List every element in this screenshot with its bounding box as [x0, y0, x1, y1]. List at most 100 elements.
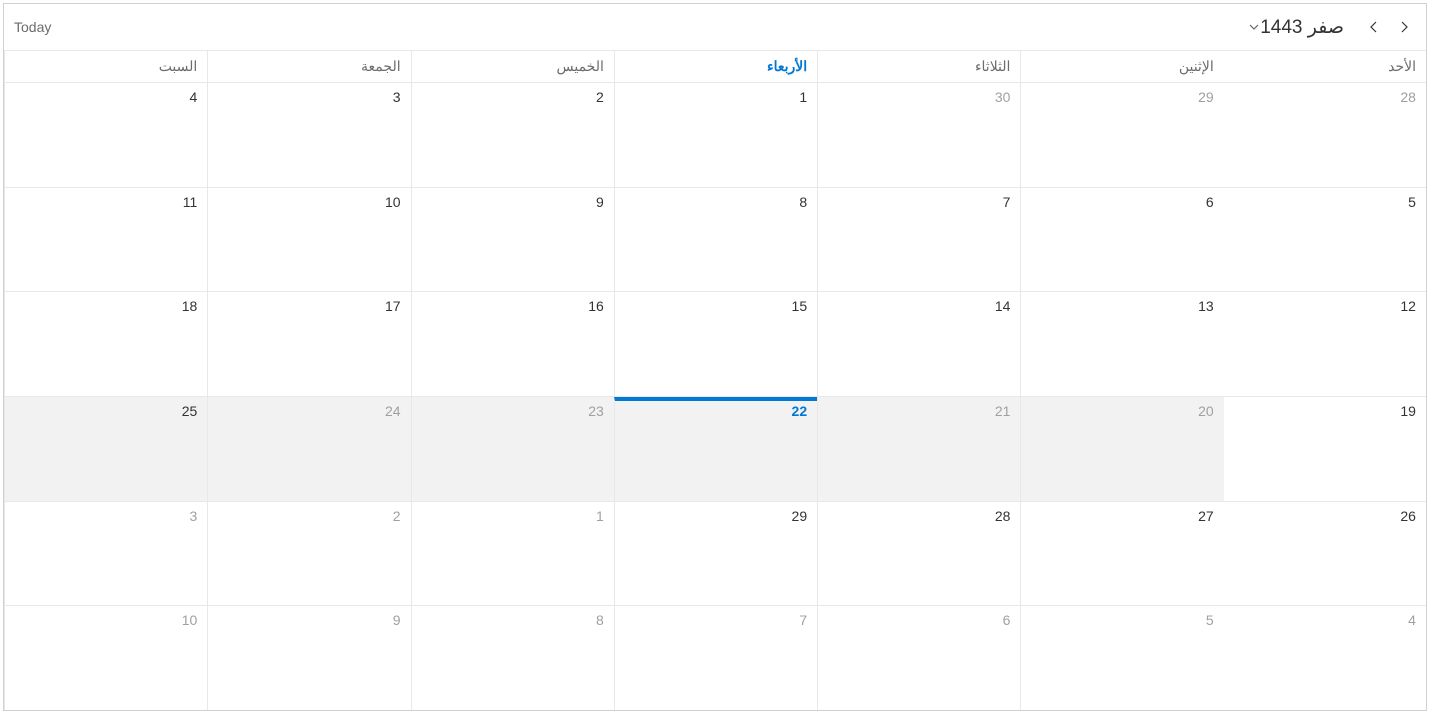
- day-number: 2: [596, 89, 604, 105]
- day-cell[interactable]: 12: [1224, 292, 1426, 396]
- day-cell[interactable]: 7: [614, 606, 817, 710]
- day-cell[interactable]: 3: [4, 502, 207, 606]
- day-cell[interactable]: 15: [614, 292, 817, 396]
- day-cell[interactable]: 19: [1224, 397, 1426, 501]
- day-cell[interactable]: 4: [1224, 606, 1426, 710]
- day-cell[interactable]: 27: [1020, 502, 1223, 606]
- day-cell[interactable]: 8: [411, 606, 614, 710]
- day-cell[interactable]: 10: [207, 188, 410, 292]
- month-title[interactable]: صفر 1443: [1260, 16, 1344, 39]
- day-cell[interactable]: 14: [817, 292, 1020, 396]
- day-number: 28: [1400, 89, 1416, 105]
- day-number: 9: [596, 194, 604, 210]
- day-cell[interactable]: 24: [207, 397, 410, 501]
- day-cell[interactable]: 9: [411, 188, 614, 292]
- day-number: 17: [385, 298, 401, 314]
- day-cell[interactable]: 28: [817, 502, 1020, 606]
- day-number: 19: [1400, 403, 1416, 419]
- day-cell[interactable]: 20: [1020, 397, 1223, 501]
- day-number: 15: [792, 298, 808, 314]
- calendar-container: Today صفر 1443 السبتالجمعةالخميسالأربعاء…: [3, 3, 1427, 711]
- day-number: 11: [183, 194, 198, 210]
- day-cell[interactable]: 23: [411, 397, 614, 501]
- day-number: 8: [799, 194, 807, 210]
- day-cell[interactable]: 18: [4, 292, 207, 396]
- day-number: 28: [995, 508, 1011, 524]
- day-number: 7: [799, 612, 807, 628]
- day-number: 26: [1400, 508, 1416, 524]
- day-number: 14: [995, 298, 1011, 314]
- day-number: 9: [393, 612, 401, 628]
- day-cell[interactable]: 10: [4, 606, 207, 710]
- next-month-button[interactable]: [1396, 19, 1412, 35]
- day-cell[interactable]: 16: [411, 292, 614, 396]
- day-cell[interactable]: 7: [817, 188, 1020, 292]
- day-number: 25: [182, 403, 198, 419]
- month-dropdown-chevron-icon[interactable]: [1248, 21, 1260, 33]
- day-number: 1: [799, 89, 807, 105]
- day-cell[interactable]: 29: [1020, 83, 1223, 187]
- day-number: 22: [792, 403, 808, 419]
- day-header-cell: السبت: [4, 51, 207, 82]
- day-number: 6: [1206, 194, 1214, 210]
- day-cell[interactable]: 8: [614, 188, 817, 292]
- day-cell[interactable]: 22: [614, 397, 817, 501]
- week-row: 11 10 9 8 7 6 5: [4, 187, 1426, 292]
- day-number: 4: [189, 89, 197, 105]
- day-number: 2: [393, 508, 401, 524]
- day-cell[interactable]: 28: [1224, 83, 1426, 187]
- day-cell[interactable]: 2: [411, 83, 614, 187]
- nav-arrows: [1366, 19, 1412, 35]
- day-cell[interactable]: 6: [817, 606, 1020, 710]
- day-cell[interactable]: 6: [1020, 188, 1223, 292]
- day-cell[interactable]: 3: [207, 83, 410, 187]
- day-cell[interactable]: 17: [207, 292, 410, 396]
- day-cell[interactable]: 4: [4, 83, 207, 187]
- day-cell[interactable]: 30: [817, 83, 1020, 187]
- day-cell[interactable]: 1: [411, 502, 614, 606]
- previous-month-button[interactable]: [1366, 19, 1382, 35]
- week-row: 43 2 1 30 29 28: [4, 82, 1426, 187]
- day-number: 20: [1198, 403, 1214, 419]
- day-number: 24: [385, 403, 401, 419]
- day-header-cell: الأحد: [1224, 51, 1426, 82]
- day-number: 23: [588, 403, 604, 419]
- day-number: 10: [182, 612, 198, 628]
- day-number: 27: [1198, 508, 1214, 524]
- day-number: 3: [189, 508, 197, 524]
- day-cell[interactable]: 5: [1224, 188, 1426, 292]
- calendar-grid: 4321302928111098765181716151413122524232…: [4, 82, 1426, 710]
- day-number: 1: [596, 508, 604, 524]
- day-cell[interactable]: 25: [4, 397, 207, 501]
- day-cell[interactable]: 13: [1020, 292, 1223, 396]
- today-button[interactable]: Today: [14, 19, 51, 35]
- day-number: 12: [1400, 298, 1416, 314]
- day-number: 8: [596, 612, 604, 628]
- day-cell[interactable]: 21: [817, 397, 1020, 501]
- week-row: 10 9 8 7 65 4: [4, 605, 1426, 710]
- day-number: 16: [588, 298, 604, 314]
- day-number: 21: [995, 403, 1011, 419]
- day-number: 29: [1198, 89, 1214, 105]
- day-number: 13: [1198, 298, 1214, 314]
- day-number: 7: [1003, 194, 1011, 210]
- day-cell[interactable]: 2: [207, 502, 410, 606]
- day-cell[interactable]: 5: [1020, 606, 1223, 710]
- day-header-cell: الجمعة: [207, 51, 410, 82]
- day-cell[interactable]: 29: [614, 502, 817, 606]
- day-number: 5: [1408, 194, 1416, 210]
- day-number: 29: [792, 508, 808, 524]
- day-header-cell: الخميس: [411, 51, 614, 82]
- day-cell[interactable]: 26: [1224, 502, 1426, 606]
- day-cell[interactable]: 1: [614, 83, 817, 187]
- day-cell[interactable]: 11: [4, 188, 207, 292]
- day-number: 30: [995, 89, 1011, 105]
- day-header-cell: الأربعاء: [614, 51, 817, 82]
- day-cell[interactable]: 9: [207, 606, 410, 710]
- week-row: 25 24 23 22 21 20 19: [4, 396, 1426, 501]
- day-number: 10: [385, 194, 401, 210]
- day-number: 6: [1003, 612, 1011, 628]
- day-header-cell: الثلاثاء: [817, 51, 1020, 82]
- day-number: 4: [1408, 612, 1416, 628]
- day-header-row: السبتالجمعةالخميسالأربعاءالثلاثاءالإثنين…: [4, 50, 1426, 82]
